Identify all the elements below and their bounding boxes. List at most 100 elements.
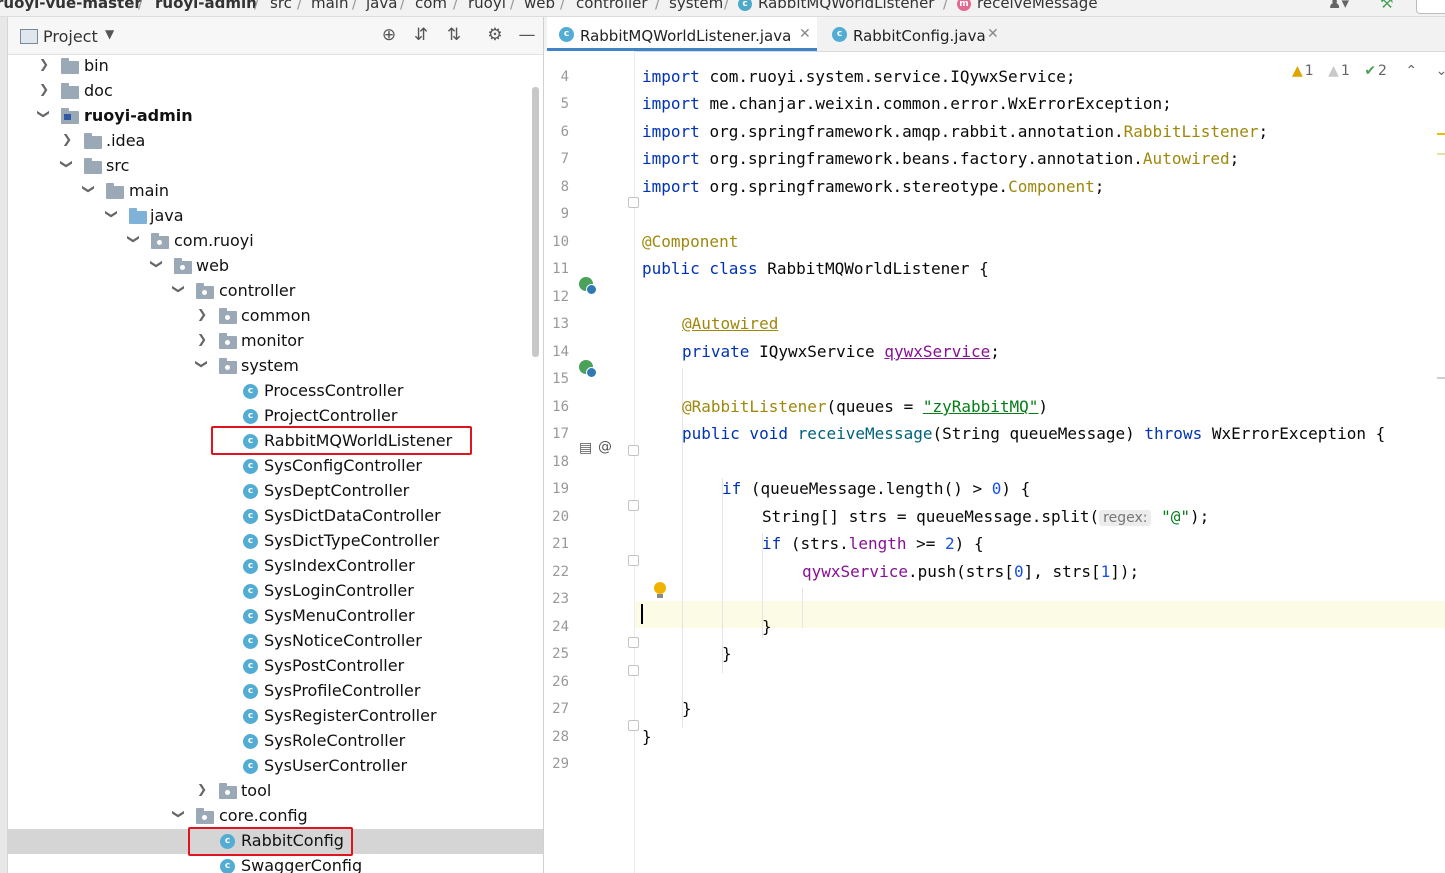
breadcrumb-item[interactable]: c RabbitMQWorldListener [738, 0, 934, 12]
chevron-down-icon[interactable]: ❯ [172, 282, 186, 296]
tree-item-web[interactable]: ❯ web [8, 254, 543, 279]
tree-item-label: SysMenuController [264, 606, 415, 625]
tree-item-class[interactable]: c SysPostController [8, 654, 543, 679]
tree-item-main[interactable]: ❯ main [8, 179, 543, 204]
editor-tabs: c RabbitMQWorldListener.java ✕ c RabbitC… [544, 17, 1445, 52]
tree-item-label: core.config [219, 806, 308, 825]
user-icon[interactable]: ♟▾ [1328, 0, 1349, 12]
tree-item-src[interactable]: ❯ src [8, 154, 543, 179]
chevron-down-icon[interactable]: ▼ [105, 27, 114, 41]
locate-icon[interactable]: ⊕ [379, 25, 399, 45]
minimize-icon[interactable]: — [517, 25, 537, 45]
tree-item-ruoyi-admin[interactable]: ❯ ruoyi-admin [8, 104, 543, 129]
scroll-marker[interactable] [1437, 153, 1445, 155]
tab-rabbitmq-world-listener[interactable]: c RabbitMQWorldListener.java ✕ [547, 17, 817, 51]
breadcrumb-item[interactable]: web [524, 0, 555, 12]
breadcrumb-item[interactable]: system [669, 0, 723, 12]
rabbit-listener-icon[interactable]: ▤ [579, 440, 592, 456]
chevron-right-icon[interactable]: ❯ [37, 82, 51, 96]
tree-item-class[interactable]: c SwaggerConfig [8, 854, 543, 873]
highlight-box [188, 827, 353, 856]
tree-item-class[interactable]: c SysProfileController [8, 679, 543, 704]
tree-item-com-ruoyi[interactable]: ❯ com.ruoyi [8, 229, 543, 254]
tree-item-idea[interactable]: ❯ .idea [8, 129, 543, 154]
line-number: 5 [560, 96, 569, 112]
code-area[interactable]: import com.ruoyi.system.service.IQywxSer… [635, 51, 1445, 873]
tree-item-class[interactable]: c SysConfigController [8, 454, 543, 479]
class-icon: c [243, 584, 258, 599]
code-line: qywxService.push(strs[0], strs[1]); [802, 562, 1139, 581]
chevron-right-icon[interactable]: ❯ [195, 307, 209, 321]
code-line: } [642, 727, 652, 746]
tree-item-java[interactable]: ❯ java [8, 204, 543, 229]
tree-item-class[interactable]: c SysRoleController [8, 729, 543, 754]
breadcrumb-item[interactable]: src [270, 0, 292, 12]
chevron-right-icon[interactable]: ❯ [37, 57, 51, 71]
tree-scrollbar[interactable] [532, 87, 539, 357]
line-number: 28 [552, 729, 569, 745]
package-icon [151, 233, 169, 249]
tree-item-system[interactable]: ❯ system [8, 354, 543, 379]
tree-item-class[interactable]: c SysMenuController [8, 604, 543, 629]
spring-bean-icon[interactable] [579, 360, 597, 378]
chevron-down-icon[interactable]: ❯ [127, 232, 141, 246]
chevron-down-icon[interactable]: ❯ [105, 207, 119, 221]
code-text: } [762, 617, 772, 636]
chevron-down-icon[interactable]: ❯ [82, 182, 96, 196]
code-text: } [722, 644, 732, 663]
tree-item-tool[interactable]: ❯ tool [8, 779, 543, 804]
gear-icon[interactable]: ⚙ [485, 25, 505, 45]
chevron-down-icon[interactable]: ❯ [60, 157, 74, 171]
breadcrumb-item[interactable]: controller [576, 0, 648, 12]
tree-item-class[interactable]: c SysDeptController [8, 479, 543, 504]
project-panel-title[interactable]: Project [43, 27, 98, 46]
tree-item-controller[interactable]: ❯ controller [8, 279, 543, 304]
tree-item-bin[interactable]: ❯ bin [8, 54, 543, 79]
chevron-right-icon[interactable]: ❯ [195, 332, 209, 346]
tree-item-class[interactable]: c SysNoticeController [8, 629, 543, 654]
close-icon[interactable]: ✕ [799, 26, 811, 42]
tree-item-class[interactable]: c SysDictTypeController [8, 529, 543, 554]
code-line: public void receiveMessage(String queueM… [682, 424, 1385, 443]
collapse-all-icon[interactable]: ⇅ [444, 25, 464, 45]
scroll-marker[interactable] [1437, 133, 1445, 135]
breadcrumb-item[interactable]: com [415, 0, 447, 12]
tree-item-monitor[interactable]: ❯ monitor [8, 329, 543, 354]
scroll-marker[interactable] [1437, 377, 1445, 379]
run-config-button[interactable] [1416, 0, 1445, 14]
at-annotation-icon[interactable]: @ [598, 439, 612, 455]
tree-item-core-config[interactable]: ❯ core.config [8, 804, 543, 829]
breadcrumb-separator: / [254, 0, 260, 12]
breadcrumb-item[interactable]: ruoyi [468, 0, 506, 12]
chevron-down-icon[interactable]: ❯ [195, 357, 209, 371]
spring-bean-icon[interactable] [579, 277, 597, 295]
expand-all-icon[interactable]: ⇵ [411, 25, 431, 45]
chevron-down-icon[interactable]: ❯ [37, 107, 51, 121]
tab-rabbit-config[interactable]: c RabbitConfig.java ✕ [820, 17, 1010, 51]
chevron-down-icon[interactable]: ❯ [172, 807, 186, 821]
tree-item-label: com.ruoyi [174, 231, 254, 250]
breadcrumb-item[interactable]: main [311, 0, 348, 12]
tree-item-class[interactable]: c SysIndexController [8, 554, 543, 579]
tree-item-class[interactable]: c SysLoginController [8, 579, 543, 604]
breadcrumb-separator: / [400, 0, 406, 12]
close-icon[interactable]: ✕ [987, 26, 999, 42]
chevron-right-icon[interactable]: ❯ [60, 132, 74, 146]
breadcrumb-item[interactable]: ruoyi-vue-master [0, 0, 142, 12]
folder-icon [61, 58, 79, 74]
tree-item-common[interactable]: ❯ common [8, 304, 543, 329]
tree-item-class[interactable]: c ProcessController [8, 379, 543, 404]
build-hammer-icon[interactable]: ⚒ [1380, 0, 1393, 12]
breadcrumb-item[interactable]: ruoyi-admin [155, 0, 257, 12]
package-icon [219, 783, 237, 799]
chevron-right-icon[interactable]: ❯ [195, 782, 209, 796]
breadcrumb-item[interactable]: java [366, 0, 397, 12]
breadcrumb-item[interactable]: m receiveMessage [957, 0, 1098, 12]
tree-item-class[interactable]: c SysDictDataController [8, 504, 543, 529]
tree-item-class[interactable]: c SysRegisterController [8, 704, 543, 729]
chevron-down-icon[interactable]: ❯ [150, 257, 164, 271]
code-keyword: public void [682, 424, 788, 443]
tree-item-doc[interactable]: ❯ doc [8, 79, 543, 104]
class-icon: c [738, 0, 752, 11]
tree-item-class[interactable]: c SysUserController [8, 754, 543, 779]
